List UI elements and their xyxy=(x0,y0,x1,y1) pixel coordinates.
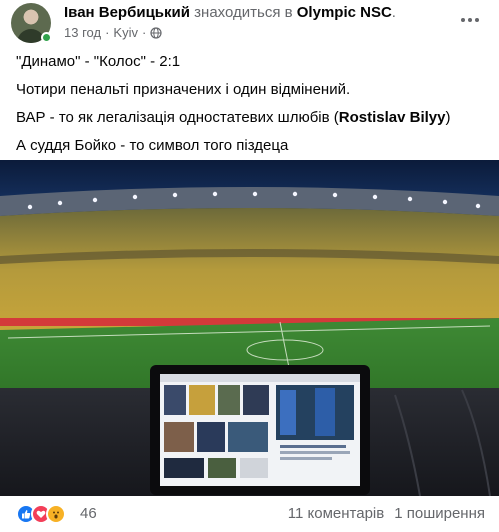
meta-separator: · xyxy=(105,25,110,40)
post-location: Kyiv xyxy=(113,25,138,40)
post-text-line-3-end: ) xyxy=(445,109,451,126)
reaction-stats: 11 коментарів 1 поширення xyxy=(288,505,485,523)
post-meta: 13 год · Kyiv · xyxy=(64,25,162,41)
post-text-line-1: "Динамо" - "Колос" - 2:1 xyxy=(16,53,181,70)
more-options-icon[interactable] xyxy=(455,10,485,30)
author-name[interactable]: Іван Вербицький xyxy=(64,4,190,21)
post-text-line-2: Чотири пенальті призначених і один відмі… xyxy=(16,81,351,98)
post-text: "Динамо" - "Колос" - 2:1 Чотири пенальті… xyxy=(16,52,486,164)
wow-icon xyxy=(46,504,66,524)
place-suffix: . xyxy=(391,4,396,21)
online-status-dot xyxy=(41,32,52,43)
stadium-photo[interactable] xyxy=(0,160,499,496)
post-time[interactable]: 13 год xyxy=(64,25,101,41)
reaction-icons[interactable] xyxy=(16,504,66,524)
author-line: Іван Вербицький знаходиться в Olympic NS… xyxy=(64,4,396,22)
globe-icon[interactable] xyxy=(150,27,162,39)
post-text-line-3-start: ВАР - то як легалізація одностатевих шлю… xyxy=(16,109,339,126)
post-text-line-4: А суддя Бойко - то символ того піздеца xyxy=(16,137,289,154)
reaction-count[interactable]: 46 xyxy=(80,505,97,523)
post-text-line-3: ВАР - то як легалізація одностатевих шлю… xyxy=(16,108,486,128)
place-link[interactable]: Olympic NSC xyxy=(297,4,392,21)
mention-link[interactable]: Rostislav Bilyy xyxy=(339,109,446,126)
checkin-text: знаходиться в xyxy=(194,4,293,21)
meta-separator-2: · xyxy=(141,25,147,40)
comments-count[interactable]: 11 коментарів xyxy=(288,505,384,523)
reactions-bar: 46 11 коментарів 1 поширення xyxy=(0,496,499,532)
stands xyxy=(0,208,499,332)
post-header: Іван Вербицький знаходиться в Olympic NS… xyxy=(0,0,499,46)
shares-count[interactable]: 1 поширення xyxy=(394,505,485,523)
